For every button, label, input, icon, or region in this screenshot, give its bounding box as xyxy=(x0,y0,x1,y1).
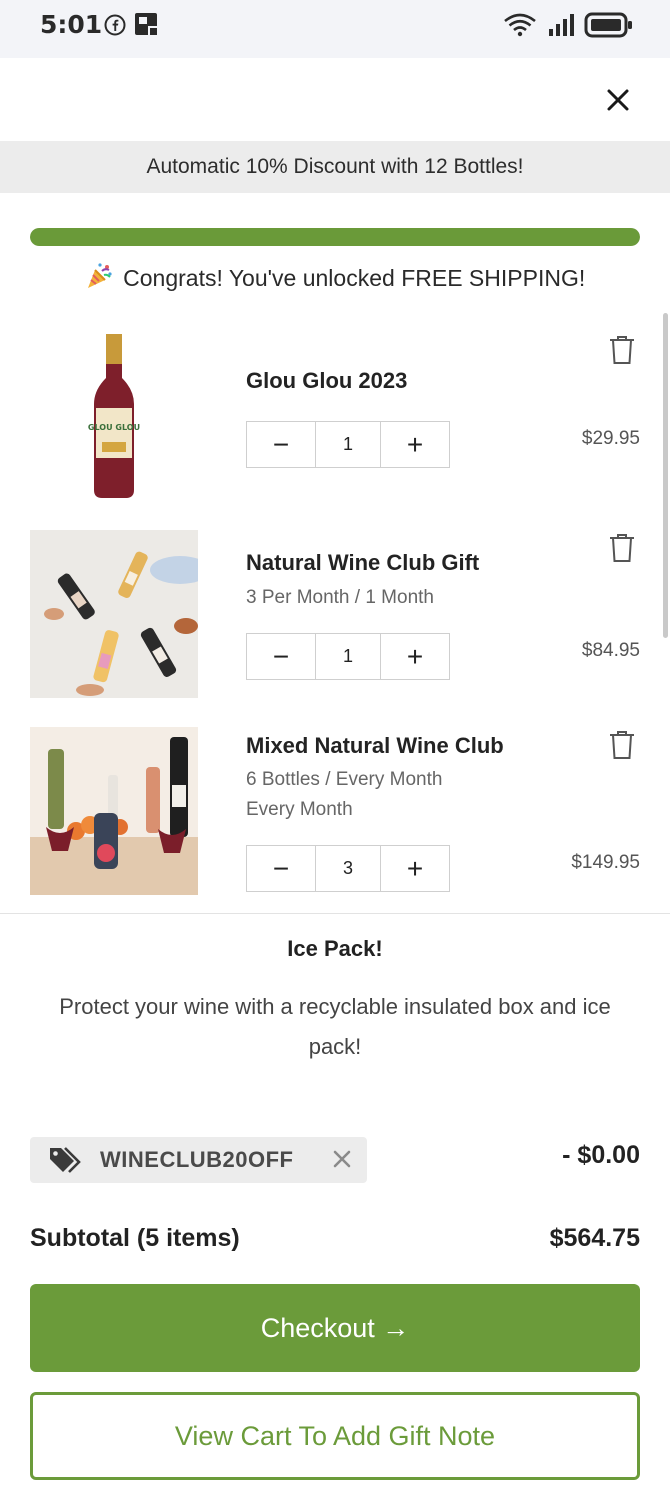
view-cart-button[interactable]: View Cart To Add Gift Note xyxy=(30,1392,640,1480)
decrease-quantity-button[interactable]: − xyxy=(247,846,315,891)
item-price: $149.95 xyxy=(571,852,640,873)
divider xyxy=(0,913,670,914)
free-shipping-message: Congrats! You've unlocked FREE SHIPPING! xyxy=(0,262,670,292)
coupon-code: WINECLUB20OFF xyxy=(100,1147,294,1172)
quantity-stepper: − 1 + xyxy=(246,421,450,468)
close-icon xyxy=(607,89,629,111)
checkout-button-label: Checkout → xyxy=(260,1312,410,1343)
item-price: $84.95 xyxy=(581,640,640,661)
product-image xyxy=(30,530,198,698)
item-title: Natural Wine Club Gift xyxy=(246,550,480,575)
discount-banner-text: Automatic 10% Discount with 12 Bottles! xyxy=(146,155,524,178)
decrease-quantity-button[interactable]: − xyxy=(247,422,315,467)
quantity-value[interactable]: 1 xyxy=(315,634,381,679)
battery-icon xyxy=(584,12,632,38)
quantity-stepper: − 3 + xyxy=(246,845,450,892)
quantity-value[interactable]: 1 xyxy=(315,422,381,467)
trash-icon[interactable] xyxy=(608,334,636,366)
discount-banner: Automatic 10% Discount with 12 Bottles! xyxy=(0,141,670,193)
item-title: Mixed Natural Wine Club xyxy=(246,733,504,758)
ice-pack-description: Protect your wine with a recyclable insu… xyxy=(59,994,611,1059)
trash-icon[interactable] xyxy=(608,532,636,564)
remove-coupon-icon xyxy=(333,1150,351,1168)
status-bar: 5:01 xyxy=(0,0,670,58)
subtotal-value: $564.75 xyxy=(549,1224,640,1252)
news-icon xyxy=(135,13,159,37)
increase-quantity-button[interactable]: + xyxy=(381,846,449,891)
item-price: $29.95 xyxy=(581,428,640,449)
product-image xyxy=(30,727,198,895)
shipping-progress-fill xyxy=(30,228,640,246)
item-title: Glou Glou 2023 xyxy=(246,368,408,393)
quantity-value[interactable]: 3 xyxy=(315,846,381,891)
view-cart-button-label: View Cart To Add Gift Note xyxy=(174,1420,496,1451)
coupon-discount-value: - $0.00 xyxy=(562,1141,640,1169)
congrats-text: Congrats! You've unlocked xyxy=(123,265,395,291)
tag-icon xyxy=(50,1147,81,1173)
wifi-icon xyxy=(504,13,536,37)
party-popper-icon xyxy=(87,263,112,288)
increase-quantity-button[interactable]: + xyxy=(381,422,449,467)
item-subtitle: 3 Per Month / 1 Month xyxy=(246,587,434,608)
trash-icon[interactable] xyxy=(608,729,636,761)
congrats-highlight: FREE SHIPPING! xyxy=(401,265,586,291)
decrease-quantity-button[interactable]: − xyxy=(247,634,315,679)
increase-quantity-button[interactable]: + xyxy=(381,634,449,679)
item-frequency: Every Month xyxy=(246,799,353,820)
subtotal-label: Subtotal (5 items) xyxy=(30,1224,240,1252)
ice-pack-title: Ice Pack! xyxy=(287,936,383,961)
bottle-label-text: GLOU GLOU xyxy=(88,423,140,432)
checkout-button[interactable]: Checkout → xyxy=(30,1284,640,1372)
close-button[interactable] xyxy=(598,80,638,120)
signal-icon xyxy=(549,14,574,36)
facebook-icon xyxy=(104,14,126,36)
product-image: GLOU GLOU xyxy=(30,330,198,498)
coupon-chip: WINECLUB20OFF xyxy=(30,1137,367,1183)
remove-coupon-button[interactable] xyxy=(328,1145,356,1173)
item-subtitle: 6 Bottles / Every Month xyxy=(246,769,443,790)
status-time: 5:01 xyxy=(40,10,103,39)
shipping-progress-bar xyxy=(30,228,640,246)
quantity-stepper: − 1 + xyxy=(246,633,450,680)
cart-scrollbar[interactable] xyxy=(663,313,668,638)
